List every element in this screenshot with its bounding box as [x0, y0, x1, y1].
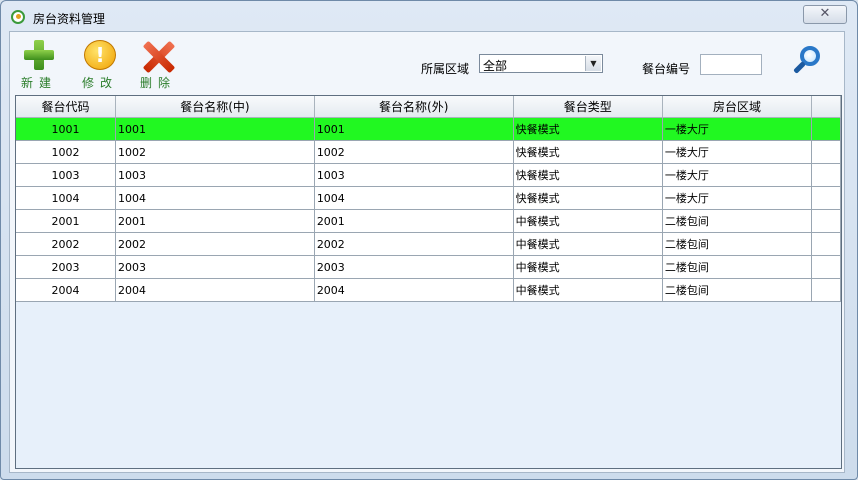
cell-name-cn: 1004	[115, 186, 315, 210]
cell-type: 快餐模式	[513, 163, 663, 187]
column-header-type[interactable]: 餐台类型	[513, 96, 663, 118]
table-row[interactable]: 1001 1001 1001 快餐模式 一楼大厅	[16, 117, 841, 141]
table-row[interactable]: 2002 2002 2002 中餐模式 二楼包间	[16, 232, 841, 256]
cell-name-cn: 2001	[115, 209, 315, 233]
app-icon	[11, 10, 25, 24]
cell-type: 中餐模式	[513, 278, 663, 302]
table-row[interactable]: 2003 2003 2003 中餐模式 二楼包间	[16, 255, 841, 279]
dropdown-arrow-icon[interactable]: ▼	[585, 56, 601, 71]
table-row[interactable]: 1002 1002 1002 快餐模式 一楼大厅	[16, 140, 841, 164]
cell-name-foreign: 2002	[314, 232, 514, 256]
search-button[interactable]	[790, 44, 826, 80]
column-header-area[interactable]: 房台区域	[662, 96, 813, 118]
window-title: 房台资料管理	[33, 12, 106, 26]
cell-area: 二楼包间	[662, 232, 813, 256]
cell-code: 2003	[16, 255, 117, 279]
cell-area: 二楼包间	[662, 209, 813, 233]
cell-name-cn: 1003	[115, 163, 315, 187]
close-button[interactable]: ✕	[803, 5, 847, 24]
delete-button-label: 删除	[139, 76, 176, 90]
cell-code: 1003	[16, 163, 117, 187]
column-header-name-cn[interactable]: 餐台名称(中)	[115, 96, 315, 118]
cell-code: 1001	[16, 117, 117, 141]
client-area: 新建 ! 修改 删除 所属区域 全部 ▼ 餐台编号 餐台代码 餐台名称(中) 餐…	[9, 31, 845, 473]
cell-filler	[811, 255, 841, 279]
cell-code: 2002	[16, 232, 117, 256]
new-button[interactable]: 新建	[19, 38, 59, 90]
cell-filler	[811, 232, 841, 256]
cell-name-foreign: 2004	[314, 278, 514, 302]
cell-area: 二楼包间	[662, 278, 813, 302]
header-row: 餐台代码 餐台名称(中) 餐台名称(外) 餐台类型 房台区域	[16, 96, 841, 118]
table-row[interactable]: 2001 2001 2001 中餐模式 二楼包间	[16, 209, 841, 233]
cell-name-cn: 2002	[115, 232, 315, 256]
cell-type: 快餐模式	[513, 186, 663, 210]
table-no-input[interactable]	[700, 54, 762, 75]
title-bar[interactable]: 房台资料管理 ✕	[1, 1, 857, 31]
cell-area: 一楼大厅	[662, 186, 813, 210]
cell-type: 中餐模式	[513, 255, 663, 279]
data-table: 餐台代码 餐台名称(中) 餐台名称(外) 餐台类型 房台区域 1001 1001…	[16, 96, 841, 302]
cell-area: 二楼包间	[662, 255, 813, 279]
cell-name-foreign: 1002	[314, 140, 514, 164]
cell-type: 中餐模式	[513, 209, 663, 233]
cell-filler	[811, 117, 841, 141]
cell-filler	[811, 140, 841, 164]
cell-name-cn: 2004	[115, 278, 315, 302]
cell-area: 一楼大厅	[662, 117, 813, 141]
cell-name-foreign: 1004	[314, 186, 514, 210]
table-no-label: 餐台编号	[642, 62, 691, 76]
cell-filler	[811, 186, 841, 210]
cell-name-cn: 2003	[115, 255, 315, 279]
table-grid[interactable]: 餐台代码 餐台名称(中) 餐台名称(外) 餐台类型 房台区域 1001 1001…	[15, 95, 842, 469]
table-row[interactable]: 2004 2004 2004 中餐模式 二楼包间	[16, 278, 841, 302]
cell-type: 快餐模式	[513, 117, 663, 141]
table-row[interactable]: 1004 1004 1004 快餐模式 一楼大厅	[16, 186, 841, 210]
cell-type: 中餐模式	[513, 232, 663, 256]
cell-name-foreign: 2001	[314, 209, 514, 233]
cell-name-foreign: 1001	[314, 117, 514, 141]
cell-type: 快餐模式	[513, 140, 663, 164]
delete-x-icon	[142, 40, 176, 74]
warning-icon: !	[84, 40, 116, 70]
column-header-filler	[811, 96, 841, 118]
cell-filler	[811, 209, 841, 233]
area-select[interactable]: 全部 ▼	[479, 54, 603, 73]
new-button-label: 新建	[20, 76, 57, 90]
cell-code: 2004	[16, 278, 117, 302]
edit-button[interactable]: ! 修改	[80, 38, 120, 90]
cell-code: 2001	[16, 209, 117, 233]
table-row[interactable]: 1003 1003 1003 快餐模式 一楼大厅	[16, 163, 841, 187]
edit-button-label: 修改	[81, 76, 118, 90]
column-header-code[interactable]: 餐台代码	[16, 96, 117, 118]
delete-button[interactable]: 删除	[138, 38, 178, 90]
cell-name-cn: 1001	[115, 117, 315, 141]
cell-name-foreign: 1003	[314, 163, 514, 187]
area-label: 所属区域	[421, 62, 470, 76]
cell-filler	[811, 163, 841, 187]
cell-name-foreign: 2003	[314, 255, 514, 279]
area-select-value: 全部	[483, 59, 508, 73]
column-header-name-foreign[interactable]: 餐台名称(外)	[314, 96, 514, 118]
cell-area: 一楼大厅	[662, 140, 813, 164]
cell-code: 1002	[16, 140, 117, 164]
cell-code: 1004	[16, 186, 117, 210]
cell-filler	[811, 278, 841, 302]
cell-name-cn: 1002	[115, 140, 315, 164]
main-window: 房台资料管理 ✕ 新建 ! 修改 删除 所属区域 全部 ▼ 餐台编号 餐台代码 …	[0, 0, 858, 480]
cell-area: 一楼大厅	[662, 163, 813, 187]
